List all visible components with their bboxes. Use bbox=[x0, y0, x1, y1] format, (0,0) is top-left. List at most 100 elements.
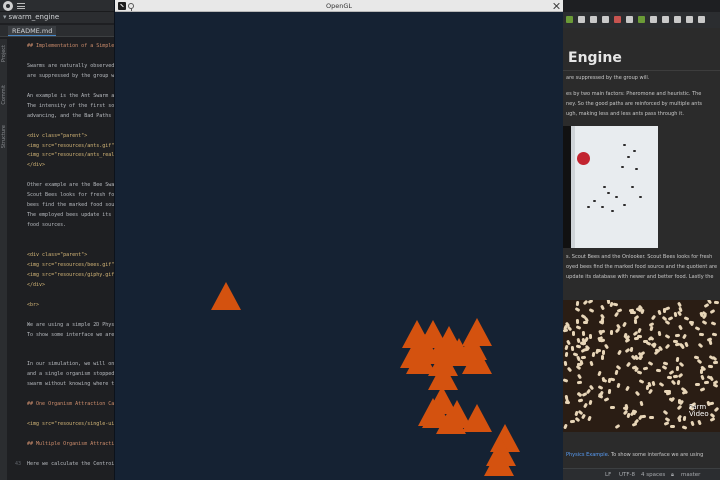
code-line: food sources. bbox=[27, 222, 67, 229]
bee-shape bbox=[634, 390, 641, 397]
bee-shape bbox=[588, 333, 593, 340]
physics-example-link[interactable]: Physics Example bbox=[566, 452, 608, 458]
code-line: </div> bbox=[27, 281, 46, 288]
bee-shape bbox=[616, 382, 621, 389]
bee-shape bbox=[657, 309, 662, 316]
bee-shape bbox=[587, 415, 592, 422]
code-line: The intensity of the first so bbox=[27, 102, 114, 109]
toolbar-button-icon[interactable] bbox=[686, 16, 693, 23]
toolbar-button-icon[interactable] bbox=[662, 16, 669, 23]
bee-shape bbox=[664, 343, 671, 350]
code-line: advancing, and the Bad Paths a bbox=[27, 112, 114, 119]
code-line: Swarms are naturally observed bbox=[27, 62, 114, 69]
swarm-agent bbox=[211, 282, 241, 310]
bee-shape bbox=[678, 306, 683, 313]
bee-shape bbox=[708, 339, 713, 346]
bee-shape bbox=[650, 314, 657, 321]
toolbar-button-icon[interactable] bbox=[674, 16, 681, 23]
bee-shape bbox=[616, 308, 623, 313]
code-line: are suppressed by the group w bbox=[27, 72, 114, 79]
bee-shape bbox=[597, 370, 602, 377]
bee-shape bbox=[563, 378, 569, 383]
tool-window-stripe: Project Commit Structure bbox=[0, 39, 7, 480]
bee-shape bbox=[651, 380, 656, 387]
bee-shape bbox=[699, 387, 706, 392]
bee-shape bbox=[574, 306, 581, 313]
bee-shape bbox=[670, 425, 675, 428]
ant-shape bbox=[587, 206, 590, 208]
bees-image: Farm Video bbox=[563, 300, 720, 432]
toolbar-button-icon[interactable] bbox=[638, 16, 645, 23]
bee-shape bbox=[587, 300, 594, 305]
ants-image bbox=[563, 126, 658, 248]
indent-setting[interactable]: 4 spaces bbox=[641, 469, 665, 480]
opengl-title-bar[interactable]: OpenGL bbox=[115, 0, 563, 12]
bee-shape bbox=[580, 355, 587, 360]
bee-shape bbox=[670, 379, 677, 386]
toolbar-button-icon[interactable] bbox=[698, 16, 705, 23]
bee-shape bbox=[709, 417, 716, 422]
preview-line: oyed bees find the marked food source an… bbox=[566, 264, 718, 270]
bee-shape bbox=[662, 409, 669, 416]
bee-shape bbox=[703, 380, 710, 385]
bee-shape bbox=[690, 420, 695, 427]
bee-shape bbox=[638, 379, 645, 384]
bee-shape bbox=[576, 337, 581, 344]
bee-shape bbox=[684, 341, 689, 348]
bee-shape bbox=[658, 381, 665, 388]
simulation-canvas[interactable] bbox=[115, 12, 563, 480]
preview-line: Physics Example. To show some interface … bbox=[566, 452, 704, 458]
bee-shape bbox=[713, 406, 720, 413]
project-selector[interactable]: ▾ swarm_engine bbox=[0, 12, 114, 23]
bee-shape bbox=[575, 325, 582, 330]
bee-shape bbox=[583, 321, 588, 324]
bee-shape bbox=[683, 316, 690, 321]
ant-shape bbox=[615, 196, 618, 198]
file-encoding[interactable]: UTF-8 bbox=[619, 469, 635, 480]
bee-shape bbox=[675, 356, 680, 363]
bee-shape bbox=[563, 360, 568, 367]
code-line: We are using a simple 2D Physi bbox=[27, 321, 114, 328]
code-editor[interactable]: ## Implementation of a Simple ( Swarms ar… bbox=[23, 39, 114, 480]
bee-shape bbox=[633, 336, 640, 341]
main-menu-icon[interactable] bbox=[17, 3, 25, 9]
bee-shape bbox=[657, 330, 662, 337]
toolbar-button-icon[interactable] bbox=[566, 16, 573, 23]
bee-shape bbox=[612, 302, 619, 307]
bee-shape bbox=[599, 329, 606, 334]
git-branch[interactable]: master bbox=[681, 469, 700, 480]
bee-shape bbox=[603, 343, 610, 350]
bee-shape bbox=[653, 349, 660, 356]
code-line: <div class="parent"> bbox=[27, 251, 88, 258]
bee-shape bbox=[664, 333, 671, 340]
bee-shape bbox=[676, 404, 683, 411]
toolbar-button-icon[interactable] bbox=[650, 16, 657, 23]
bee-shape bbox=[575, 300, 580, 307]
toolbar-button-icon[interactable] bbox=[578, 16, 585, 23]
line-separator[interactable]: LF bbox=[605, 469, 611, 480]
markdown-preview-panel: Engine are suppressed by the group will.… bbox=[563, 0, 720, 480]
code-line: In our simulation, we will on bbox=[27, 361, 114, 368]
bee-shape bbox=[707, 364, 714, 369]
bee-shape bbox=[564, 344, 569, 351]
lock-icon[interactable]: 🔒︎ bbox=[671, 469, 674, 480]
ide-logo-icon bbox=[3, 1, 13, 11]
markdown-preview[interactable]: Engine are suppressed by the group will.… bbox=[563, 28, 720, 468]
bee-shape bbox=[701, 319, 708, 326]
bee-shape bbox=[696, 358, 703, 365]
toolbar-button-icon[interactable] bbox=[590, 16, 597, 23]
bee-shape bbox=[637, 327, 642, 334]
bee-shape bbox=[588, 399, 593, 406]
close-icon[interactable] bbox=[552, 2, 560, 10]
toolbar-button-icon[interactable] bbox=[602, 16, 609, 23]
ant-shape bbox=[635, 168, 638, 170]
code-line: ## Implementation of a Simple ( bbox=[27, 43, 114, 49]
ant-shape bbox=[627, 156, 630, 158]
preview-line: ney. So the good paths are reinforced by… bbox=[566, 101, 703, 107]
bee-shape bbox=[697, 419, 702, 426]
toolbar-button-icon[interactable] bbox=[626, 16, 633, 23]
bee-shape bbox=[575, 318, 580, 325]
toolbar-button-icon[interactable] bbox=[614, 16, 621, 23]
tab-readme[interactable]: README.md bbox=[8, 26, 57, 36]
opengl-window: OpenGL bbox=[114, 0, 563, 480]
